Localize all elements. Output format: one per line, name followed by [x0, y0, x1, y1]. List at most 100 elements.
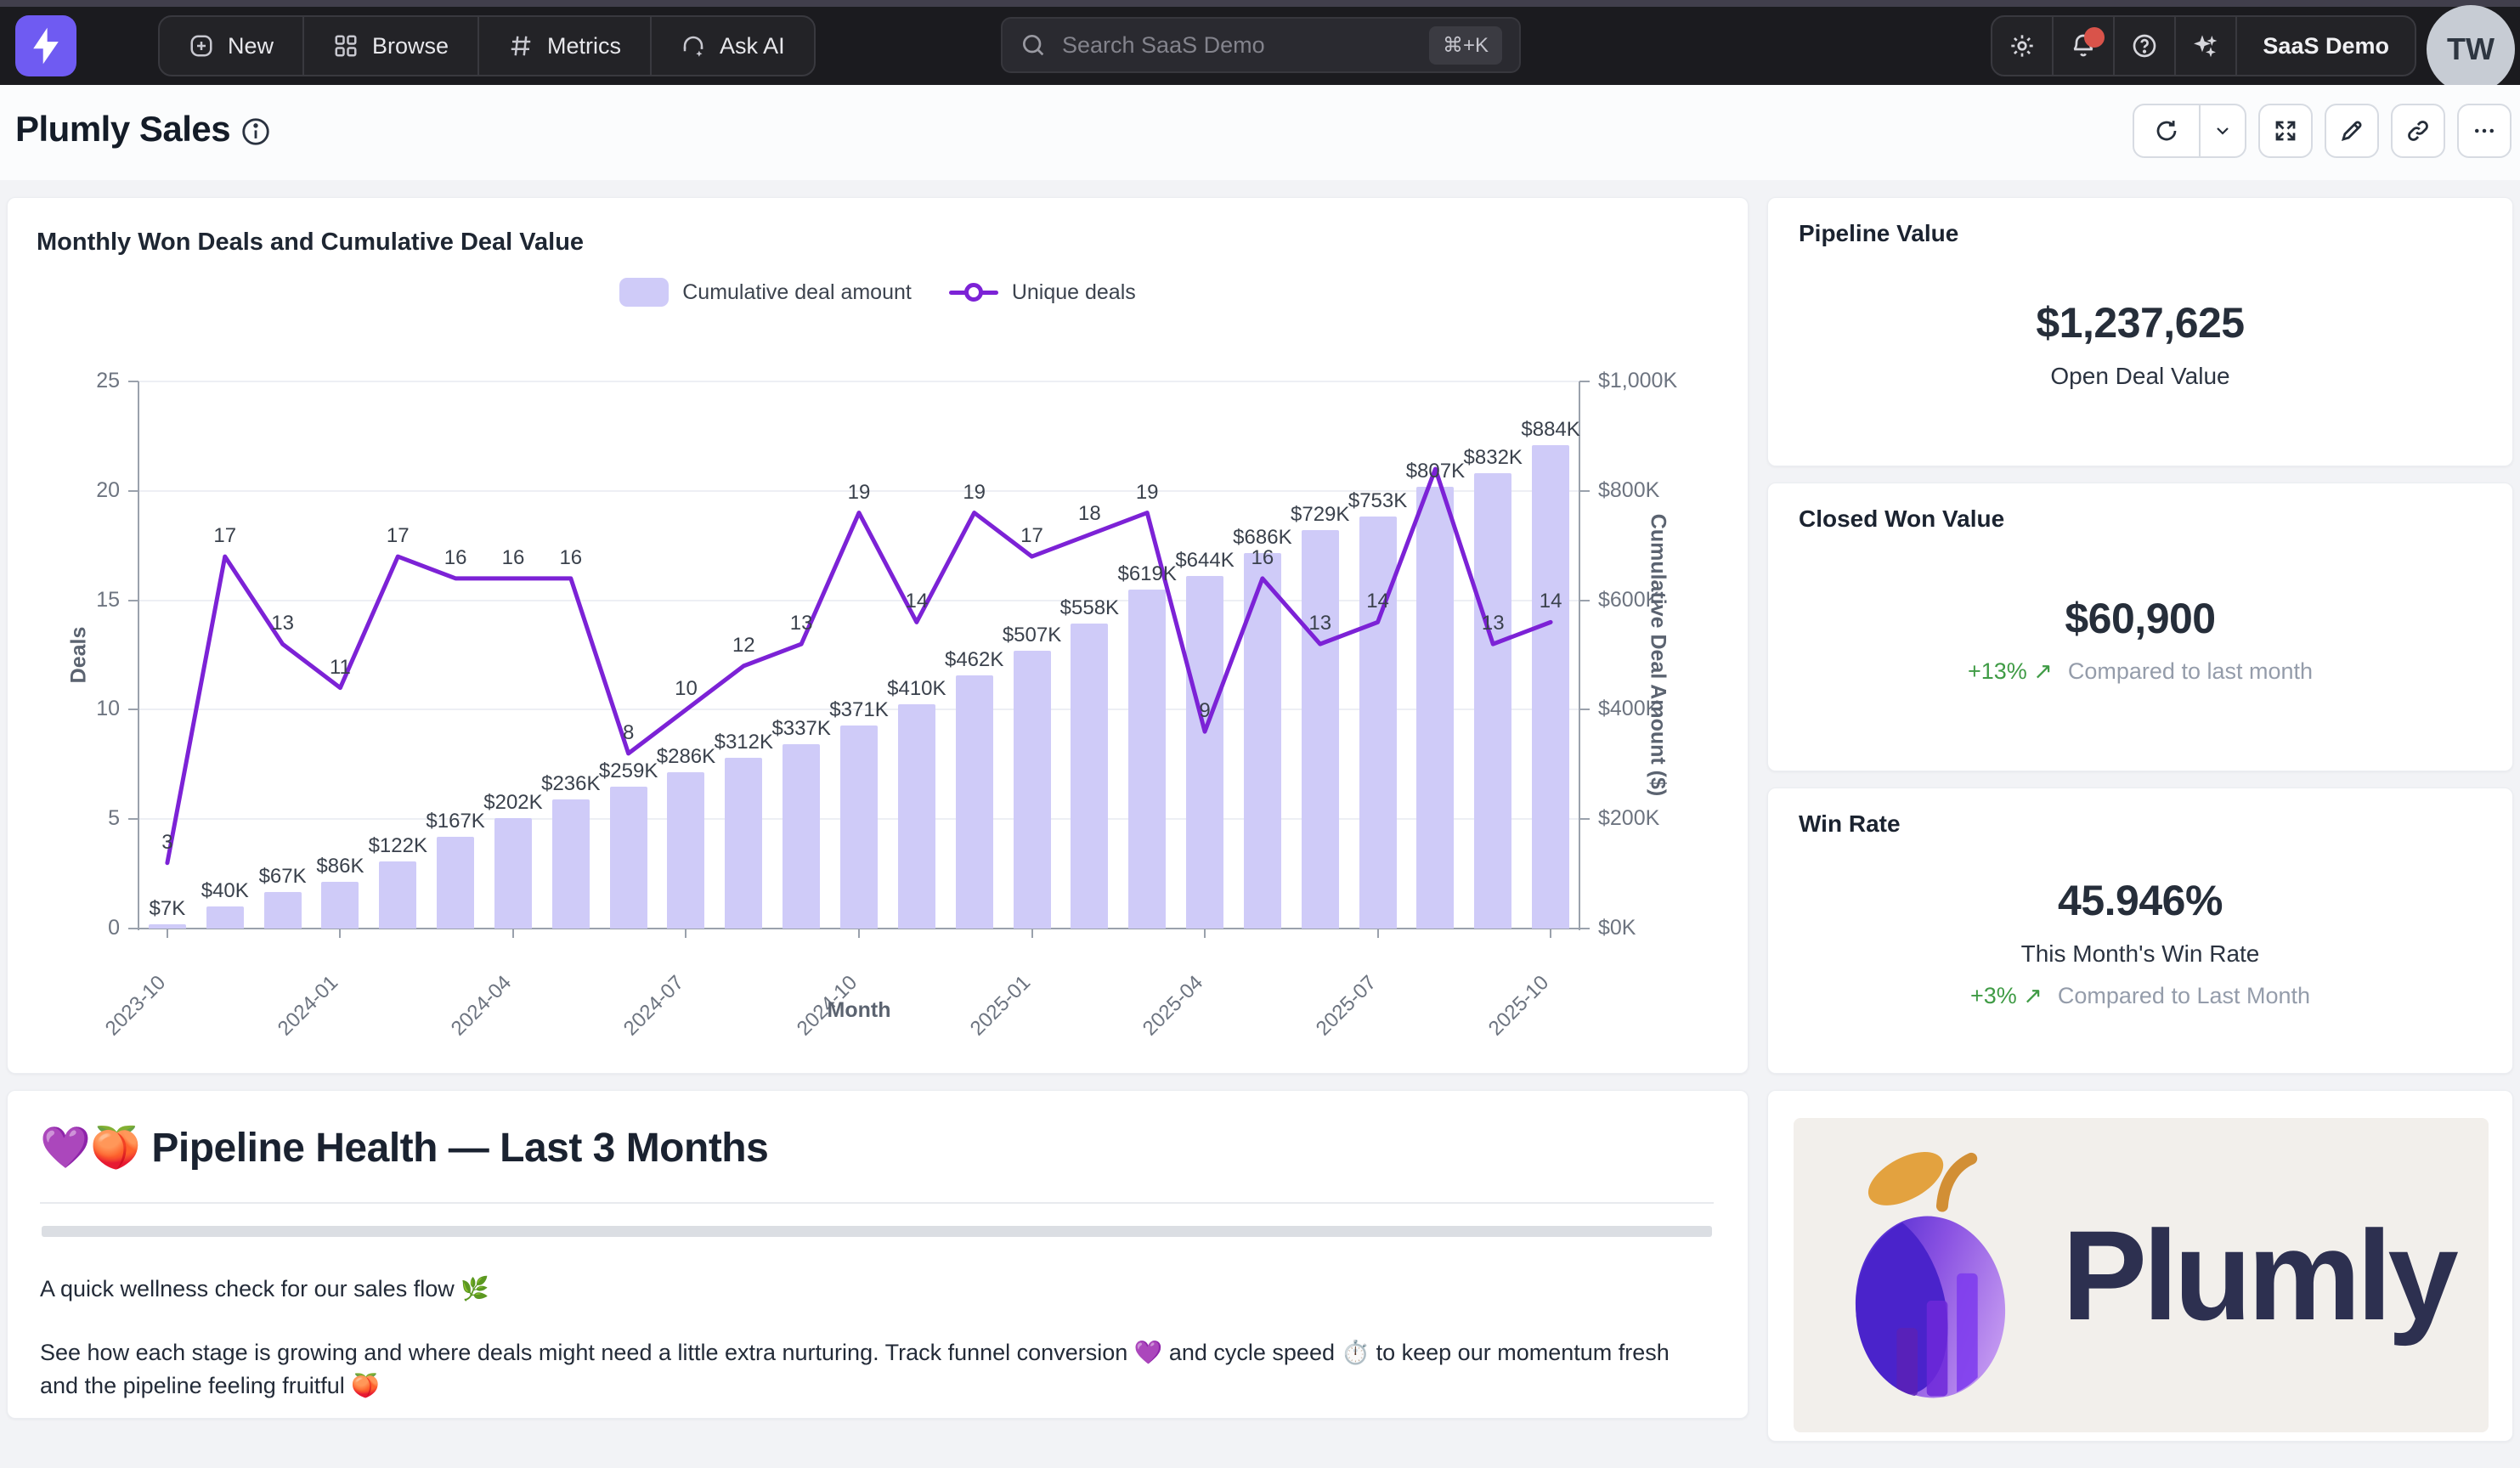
search-input[interactable]: [1062, 32, 1429, 59]
legend-label: Unique deals: [1012, 280, 1136, 305]
right-axis-tick-label: $1,000K: [1598, 369, 1734, 393]
pipeline-health-heading: 💜🍑 Pipeline Health — Last 3 Months: [40, 1123, 1714, 1172]
line-point-label: 11: [330, 656, 351, 680]
notifications-button[interactable]: [2054, 17, 2115, 75]
topnav-right-controls: SaaS Demo: [1991, 15, 2416, 76]
x-axis-tick: [1377, 929, 1379, 938]
left-axis-tick-label: 25: [60, 369, 120, 393]
line-point-label: 16: [502, 546, 525, 570]
combo-chart-card: Monthly Won Deals and Cumulative Deal Va…: [7, 197, 1749, 1074]
notification-dot: [2084, 27, 2105, 48]
nav-item-browse[interactable]: Browse: [304, 17, 479, 75]
refresh-button[interactable]: [2134, 105, 2201, 156]
right-axis-tick: [1579, 490, 1590, 492]
legend-item-line[interactable]: Unique deals: [949, 278, 1136, 307]
question-circle-icon: [2131, 32, 2158, 59]
kpi-subtitle: This Month's Win Rate: [2021, 940, 2260, 968]
refresh-options-button[interactable]: [2201, 105, 2245, 156]
x-axis-tick-label: 2024-04: [404, 971, 517, 1084]
bar-value-label: $202K: [483, 791, 542, 815]
link-icon: [2405, 118, 2431, 144]
edit-button[interactable]: [2325, 104, 2379, 158]
kpi-card-closed-won: Closed Won Value $60,900 +13% ↗ Compared…: [1767, 483, 2513, 771]
right-axis-title: Cumulative Deal Amount ($): [1646, 514, 1670, 796]
legend-label: Cumulative deal amount: [682, 280, 912, 305]
bar-value-label: $371K: [829, 698, 888, 722]
info-icon[interactable]: [240, 116, 272, 148]
chevron-down-icon: [2212, 121, 2233, 141]
chart-plot: 0$0K5$200K10$400K15$600K20$800K25$1,000K…: [138, 381, 1579, 929]
line-point-label: 16: [559, 546, 582, 570]
pipeline-health-card: 💜🍑 Pipeline Health — Last 3 Months A qui…: [7, 1090, 1749, 1419]
x-axis-tick: [685, 929, 687, 938]
bar-value-label: $167K: [426, 810, 484, 833]
app-logo[interactable]: [15, 15, 76, 76]
bar-value-label: $67K: [259, 865, 307, 889]
line-point-label: 9: [1199, 699, 1210, 723]
bar-value-label: $558K: [1060, 596, 1119, 620]
dashboard-actions: [2133, 104, 2512, 158]
ai-assistant-button[interactable]: [2176, 17, 2237, 75]
headset-sparkle-icon: [681, 33, 706, 59]
nav-item-metrics[interactable]: Metrics: [479, 17, 652, 75]
bar-value-label: $884K: [1521, 418, 1579, 442]
line-point-label: 14: [1366, 590, 1389, 613]
bar-value-label: $337K: [771, 717, 830, 741]
workspace-switcher[interactable]: SaaS Demo: [2237, 17, 2415, 75]
settings-button[interactable]: [1992, 17, 2054, 75]
gear-icon: [2009, 32, 2036, 59]
user-avatar[interactable]: TW: [2427, 5, 2515, 93]
lightning-bolt-icon: [29, 26, 63, 65]
x-axis-tick-label: 2025-04: [1095, 971, 1208, 1084]
right-axis-tick: [1579, 818, 1590, 820]
x-axis-tick-label: 2025-10: [1441, 971, 1554, 1084]
brand-wordmark: Plumly: [2062, 1202, 2455, 1349]
refresh-split-button: [2133, 104, 2246, 158]
x-axis-tick-label: 2025-07: [1268, 971, 1381, 1084]
legend-item-bar[interactable]: Cumulative deal amount: [619, 278, 912, 307]
line-point-label: 12: [732, 634, 755, 658]
more-options-button[interactable]: [2457, 104, 2512, 158]
fullscreen-button[interactable]: [2258, 104, 2313, 158]
nav-item-ask-ai[interactable]: Ask AI: [652, 17, 814, 75]
line-point-label: 19: [963, 481, 986, 505]
bar-value-label: $259K: [599, 759, 658, 783]
line-series: [138, 381, 1579, 929]
bar-value-label: $86K: [316, 855, 364, 878]
x-axis-tick-label: 2025-01: [922, 971, 1035, 1084]
x-axis-tick: [512, 929, 514, 938]
brand-logo-image: Plumly: [1794, 1118, 2489, 1432]
bar-value-label: $729K: [1291, 503, 1349, 527]
window-top-strip: [0, 0, 2520, 7]
line-point-label: 13: [790, 612, 813, 635]
divider-thin: [40, 1202, 1714, 1204]
kpi-subtitle: Open Deal Value: [2050, 363, 2229, 390]
bar-value-label: $619K: [1117, 562, 1176, 586]
right-axis-tick-label: $800K: [1598, 478, 1734, 503]
help-button[interactable]: [2115, 17, 2176, 75]
x-axis-title: Month: [828, 998, 891, 1023]
right-axis-tick-label: $200K: [1598, 806, 1734, 831]
line-point-label: 16: [1252, 546, 1274, 570]
chart-title: Monthly Won Deals and Cumulative Deal Va…: [37, 229, 584, 257]
nav-item-new[interactable]: New: [160, 17, 304, 75]
workspace-label: SaaS Demo: [2263, 33, 2389, 59]
left-axis-tick-label: 10: [60, 697, 120, 721]
x-axis-tick-label: 2023-10: [58, 971, 171, 1084]
bar-value-label: $410K: [887, 677, 946, 701]
nav-label: Browse: [372, 33, 449, 59]
kpi-card-win-rate: Win Rate 45.946% This Month's Win Rate +…: [1767, 788, 2513, 1074]
nav-label: New: [228, 33, 274, 59]
bar-value-label: $312K: [715, 731, 773, 754]
bar-value-label: $644K: [1175, 549, 1234, 573]
left-axis-title: Deals: [67, 627, 92, 684]
kpi-delta: +13% ↗: [1968, 658, 2053, 685]
global-search[interactable]: ⌘+K: [1001, 17, 1521, 73]
bar-value-label: $507K: [1003, 624, 1061, 647]
nav-label: Metrics: [547, 33, 621, 59]
pipeline-health-paragraph-2: See how each stage is growing and where …: [40, 1336, 1705, 1403]
share-link-button[interactable]: [2391, 104, 2445, 158]
right-axis-tick-label: $0K: [1598, 916, 1734, 940]
legend-line-marker: [964, 283, 983, 302]
line-point-label: 13: [1308, 612, 1331, 635]
